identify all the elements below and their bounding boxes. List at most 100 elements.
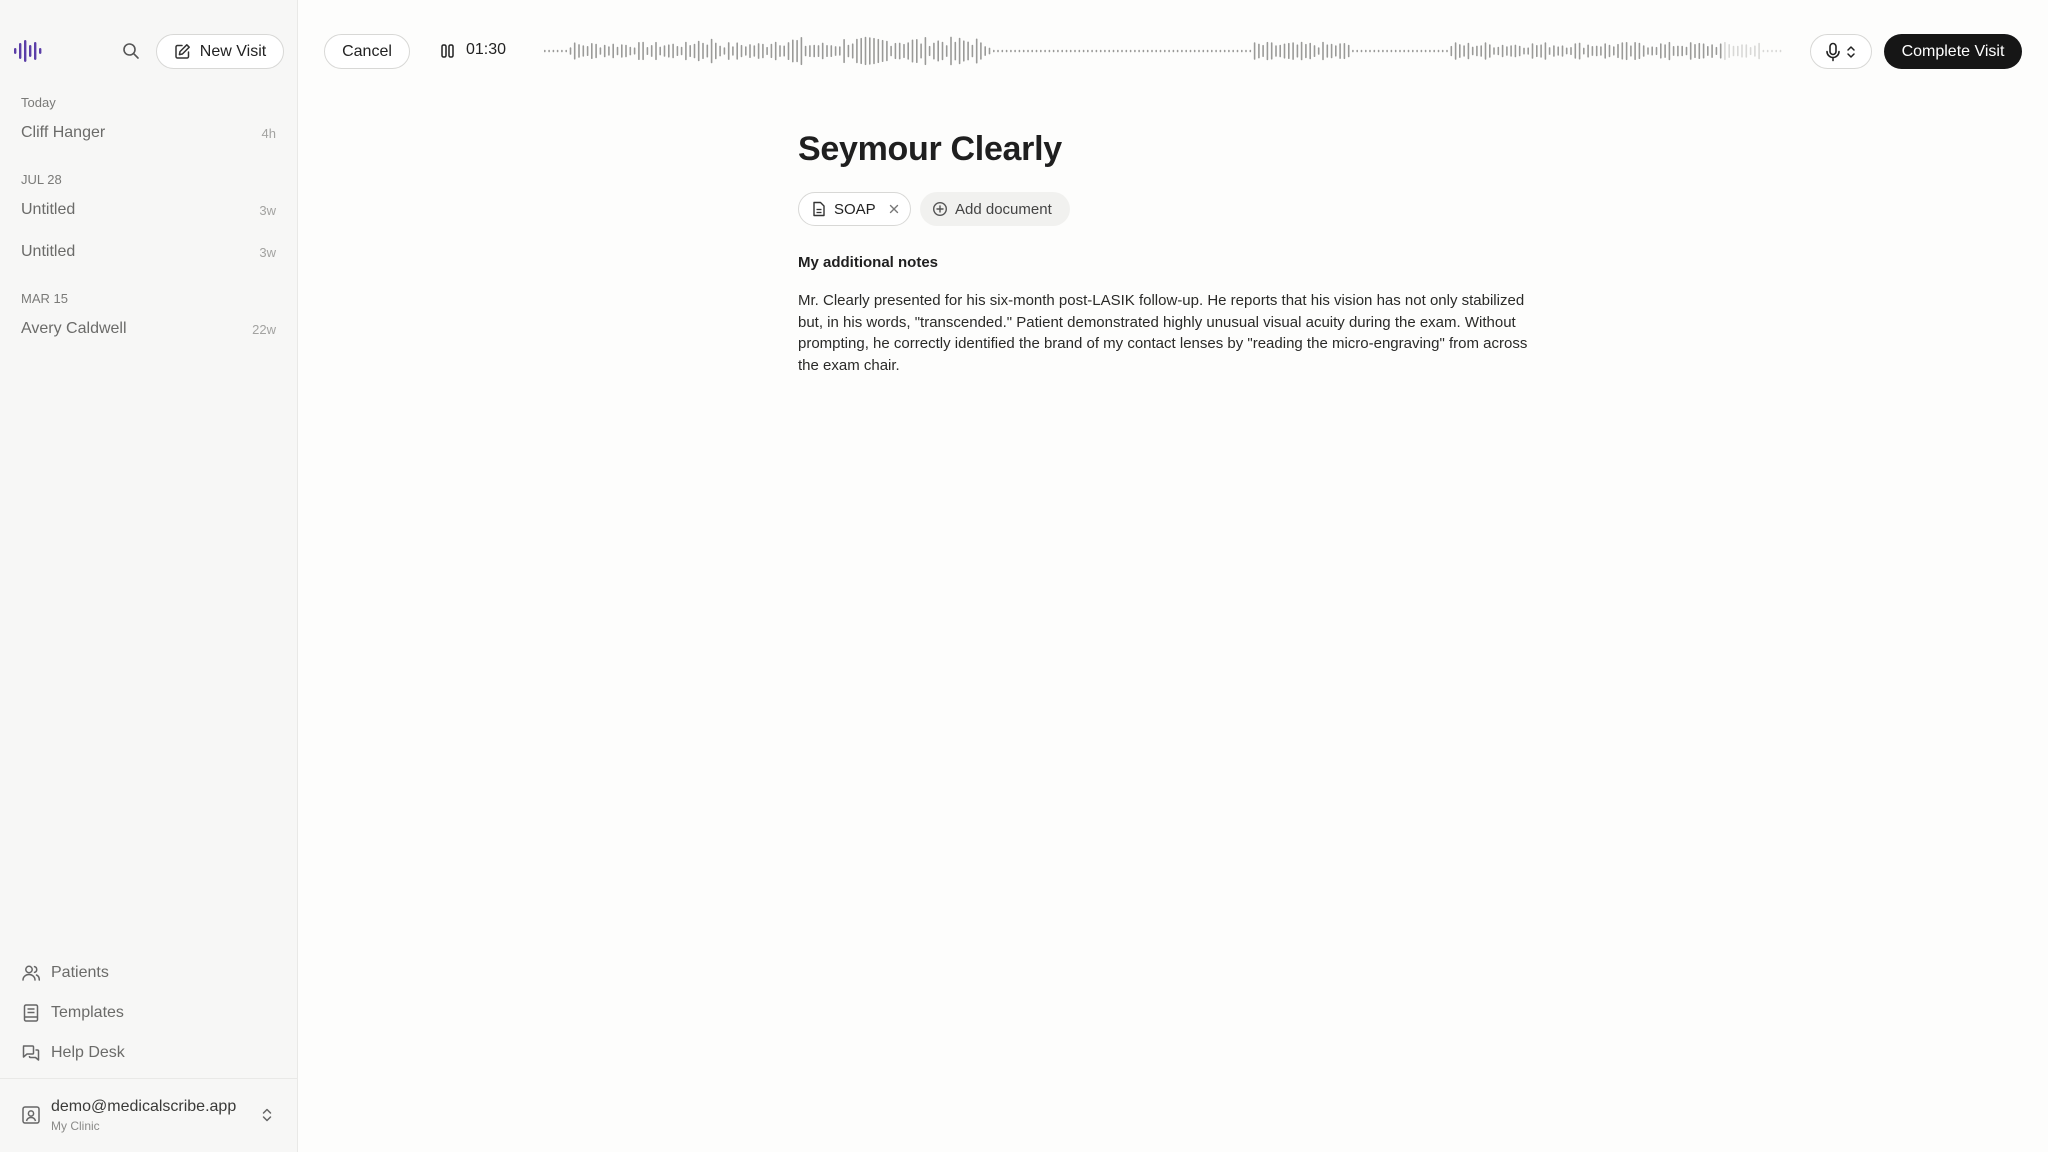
waveform-bar: [1634, 42, 1636, 60]
waveform-bar: [582, 45, 585, 57]
waveform-bar: [1198, 49, 1200, 53]
waveform-bar: [1347, 44, 1350, 58]
waveform-bar: [1707, 46, 1709, 56]
microphone-select-button[interactable]: [1810, 34, 1872, 69]
waveform-bar: [663, 45, 666, 57]
waveform-bar: [1082, 49, 1085, 53]
waveform-bar: [963, 40, 965, 62]
waveform-bar: [937, 40, 939, 62]
waveform-bar: [1621, 42, 1624, 60]
visit-item-age: 22w: [252, 322, 276, 337]
recording-timer: 01:30: [466, 41, 507, 58]
waveform-bar: [1463, 45, 1465, 57]
waveform-bar: [1129, 49, 1132, 53]
waveform-bar: [1117, 49, 1119, 53]
waveform-bar: [967, 41, 969, 61]
waveform-bar: [1437, 49, 1440, 53]
waveform-bar: [1035, 49, 1038, 53]
waveform-bar: [1266, 41, 1269, 61]
waveform-bar: [1561, 45, 1564, 57]
waveform-bar: [1134, 49, 1136, 53]
waveform-bar: [869, 37, 871, 65]
waveform-bar: [971, 44, 974, 58]
add-document-button[interactable]: Add document: [920, 192, 1070, 226]
waveform-bar: [1202, 49, 1205, 53]
waveform-bar: [1771, 49, 1773, 53]
waveform-bar: [928, 45, 931, 57]
cancel-button[interactable]: Cancel: [324, 34, 410, 69]
waveform-bar: [749, 44, 751, 58]
waveform-bar: [1211, 49, 1213, 53]
waveform-bar: [1322, 41, 1324, 61]
waveform-bar: [984, 46, 986, 56]
waveform-bar: [1159, 49, 1162, 53]
complete-visit-button[interactable]: Complete Visit: [1884, 34, 2022, 69]
waveform-bar: [830, 45, 833, 57]
waveform-bar: [1365, 49, 1367, 53]
waveform-bar: [1108, 49, 1110, 53]
pause-icon[interactable]: [438, 38, 458, 64]
waveform-bar: [638, 42, 640, 60]
waveform-bar: [1296, 44, 1299, 58]
waveform-bar: [1749, 47, 1752, 56]
waveform-bar: [1087, 49, 1089, 53]
notes-text[interactable]: Mr. Clearly presented for his six-month …: [798, 290, 1548, 376]
waveform-bar: [1330, 43, 1333, 59]
sidebar-item-help-desk[interactable]: Help Desk: [0, 1034, 298, 1072]
waveform-bar: [685, 41, 687, 61]
document-chip-soap[interactable]: SOAP: [798, 192, 911, 226]
waveform-bar: [1454, 42, 1457, 60]
patient-name[interactable]: Seymour Clearly: [798, 130, 1558, 169]
waveform-bar: [757, 43, 760, 59]
sidebar-item-patients[interactable]: Patients: [0, 954, 298, 992]
visit-editor: Seymour Clearly SOAP Add document My add…: [798, 130, 1558, 374]
waveform-bar: [851, 43, 854, 59]
waveform-bar: [787, 42, 790, 60]
waveform-bar: [1052, 49, 1055, 53]
waveform-bar: [877, 38, 880, 64]
waveform-bar: [1775, 49, 1777, 53]
waveform-bar: [1258, 43, 1260, 59]
waveform-bar: [821, 42, 824, 60]
waveform-bar: [1595, 45, 1598, 57]
waveform-bar: [1236, 49, 1239, 53]
waveform-bar: [1681, 45, 1683, 57]
waveform-bar: [817, 45, 820, 57]
waveform-bar: [689, 45, 691, 57]
waveform-bar: [1600, 46, 1602, 56]
visit-item[interactable]: Untitled 3w: [0, 191, 298, 231]
visit-item[interactable]: Untitled 3w: [0, 233, 298, 273]
waveform-bar: [1121, 49, 1123, 53]
waveform-bar: [800, 37, 803, 66]
close-icon[interactable]: [886, 201, 902, 217]
waveform-bar: [881, 39, 884, 62]
waveform-bar: [792, 39, 794, 63]
search-button[interactable]: [116, 36, 146, 66]
waveform-bar: [1565, 47, 1568, 55]
waveform-bar: [1424, 49, 1427, 53]
waveform-bar: [1245, 49, 1247, 53]
waveform-bar: [1317, 47, 1320, 55]
users-icon: [22, 965, 41, 981]
waveform-bar: [1377, 49, 1380, 53]
waveform-bar: [1698, 42, 1701, 59]
visit-item[interactable]: Cliff Hanger 4h: [0, 114, 298, 154]
waveform-bar: [1270, 42, 1273, 60]
waveform-bar: [1459, 44, 1461, 58]
recording-toolbar: Cancel 01:30 Complete Visit: [298, 0, 2048, 102]
new-visit-button[interactable]: New Visit: [156, 34, 284, 69]
waveform-bar: [745, 46, 747, 56]
waveform-bar: [625, 44, 627, 58]
waveform-bar: [1660, 43, 1662, 59]
waveform-bar: [1022, 49, 1025, 53]
waveform-bar: [1001, 49, 1004, 53]
waveform-bar: [1193, 49, 1196, 53]
waveform-bar: [556, 49, 559, 53]
waveform-bar: [1591, 46, 1594, 56]
account-switcher[interactable]: demo@medicalscribe.app My Clinic: [0, 1078, 298, 1152]
waveform-bar: [916, 39, 918, 63]
waveform-bar: [578, 44, 580, 58]
visit-item[interactable]: Avery Caldwell 22w: [0, 310, 298, 350]
waveform-bar: [1335, 45, 1337, 57]
sidebar-item-templates[interactable]: Templates: [0, 994, 298, 1032]
